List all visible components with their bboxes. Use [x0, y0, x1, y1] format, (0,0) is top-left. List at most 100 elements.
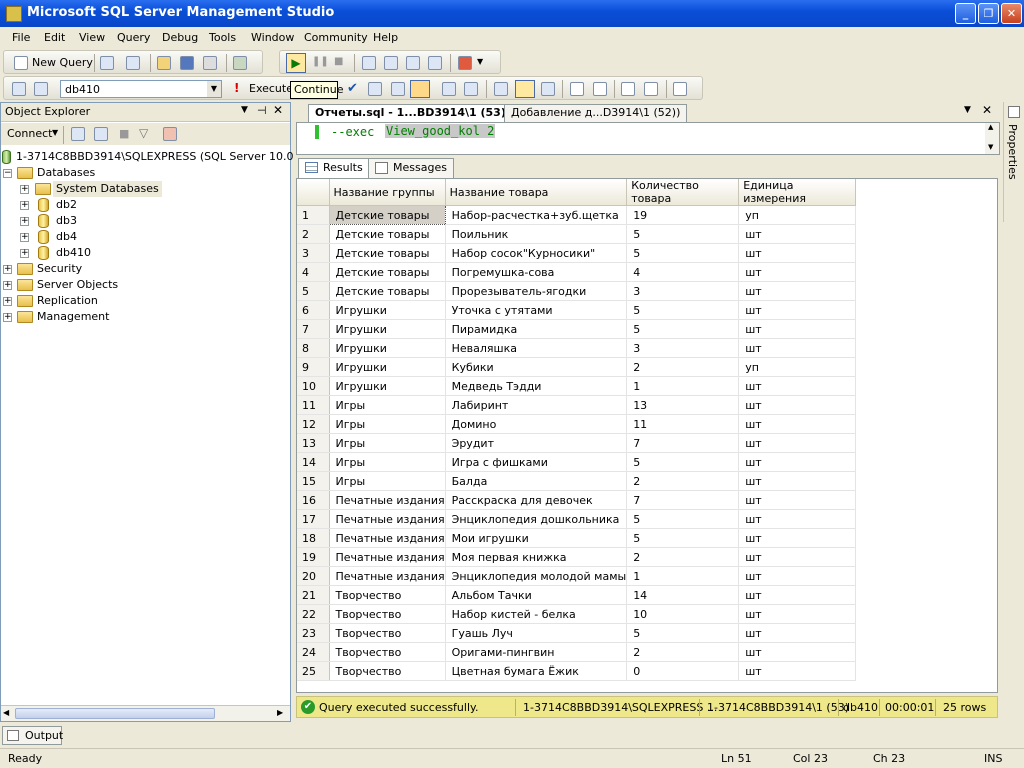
menu-view[interactable]: View: [79, 31, 105, 44]
table-cell[interactable]: Детские товары: [329, 281, 446, 301]
table-cell[interactable]: Детские товары: [328, 205, 446, 225]
auto-hide-pin-icon[interactable]: ⊣: [257, 104, 267, 117]
table-cell[interactable]: Пирамидка: [445, 319, 628, 339]
activity-monitor-icon[interactable]: [233, 56, 247, 70]
table-row[interactable]: 12 Игры Домино 11 шт: [297, 414, 857, 434]
table-cell[interactable]: Детские товары: [329, 262, 446, 282]
table-cell[interactable]: 5: [626, 319, 740, 339]
row-number[interactable]: 3: [297, 243, 330, 263]
table-row[interactable]: 1 Детские товары Набор-расчестка+зуб.щетка…: [297, 205, 857, 225]
menu-debug[interactable]: Debug: [162, 31, 198, 44]
table-cell[interactable]: Домино: [445, 414, 628, 434]
close-tab-icon[interactable]: ✕: [982, 103, 992, 117]
column-header[interactable]: Название группы: [329, 179, 446, 206]
row-number[interactable]: 24: [297, 642, 330, 662]
expand-icon[interactable]: +: [20, 217, 29, 226]
table-cell[interactable]: шт: [738, 585, 857, 605]
connect-button[interactable]: Connect: [7, 127, 52, 140]
row-number[interactable]: 5: [297, 281, 330, 301]
grid-corner[interactable]: [297, 179, 330, 206]
row-number[interactable]: 21: [297, 585, 330, 605]
chevron-down-icon[interactable]: ▼: [207, 81, 221, 97]
table-cell[interactable]: шт: [738, 319, 857, 339]
stop-icon[interactable]: ■: [119, 127, 129, 140]
table-cell[interactable]: 10: [626, 604, 740, 624]
table-cell[interactable]: 11: [626, 414, 740, 434]
table-cell[interactable]: 14: [626, 585, 740, 605]
table-cell[interactable]: 3: [626, 338, 740, 358]
table-cell[interactable]: шт: [738, 661, 857, 681]
table-row[interactable]: 7 Игрушки Пирамидка 5 шт: [297, 319, 857, 339]
add-file-icon[interactable]: [126, 56, 140, 70]
client-stats-icon[interactable]: [464, 82, 478, 96]
expand-icon[interactable]: +: [20, 185, 29, 194]
table-cell[interactable]: шт: [738, 471, 857, 491]
new-file-icon[interactable]: [100, 56, 114, 70]
table-cell[interactable]: 2: [626, 471, 740, 491]
table-cell[interactable]: Уточка с утятами: [445, 300, 628, 320]
row-number[interactable]: 13: [297, 433, 330, 453]
table-cell[interactable]: шт: [738, 509, 857, 529]
table-cell[interactable]: Набор сосок"Курносики": [445, 243, 628, 263]
table-row[interactable]: 17 Печатные издания Энциклопедия дошкольни…: [297, 509, 857, 529]
table-row[interactable]: 11 Игры Лабиринт 13 шт: [297, 395, 857, 415]
table-cell[interactable]: шт: [738, 376, 857, 396]
table-cell[interactable]: Творчество: [329, 661, 446, 681]
table-cell[interactable]: шт: [738, 490, 857, 510]
stop-icon[interactable]: ■: [334, 56, 343, 67]
table-row[interactable]: 6 Игрушки Уточка с утятами 5 шт: [297, 300, 857, 320]
table-row[interactable]: 15 Игры Балда 2 шт: [297, 471, 857, 491]
table-cell[interactable]: Игрушки: [329, 376, 446, 396]
table-cell[interactable]: шт: [738, 623, 857, 643]
table-cell[interactable]: Лабиринт: [445, 395, 628, 415]
table-cell[interactable]: уп: [738, 357, 857, 377]
new-query-button[interactable]: New Query: [32, 54, 93, 72]
minimize-button[interactable]: _: [955, 3, 976, 24]
table-row[interactable]: 14 Игры Игра с фишками 5 шт: [297, 452, 857, 472]
results-to-grid-icon[interactable]: [410, 80, 430, 98]
menu-tools[interactable]: Tools: [209, 31, 236, 44]
query-editor[interactable]: --exec View_good_kol 2 ▲ ▼: [296, 122, 1000, 155]
filter-icon[interactable]: ▽: [139, 126, 148, 140]
table-cell[interactable]: Игрушки: [329, 357, 446, 377]
table-row[interactable]: 13 Игры Эрудит 7 шт: [297, 433, 857, 453]
table-cell[interactable]: Печатные издания: [329, 509, 446, 529]
close-button[interactable]: ✕: [1001, 3, 1022, 24]
row-number[interactable]: 15: [297, 471, 330, 491]
menu-query[interactable]: Query: [117, 31, 150, 44]
decrease-indent-icon[interactable]: [621, 82, 635, 96]
table-cell[interactable]: шт: [738, 452, 857, 472]
column-header[interactable]: Количество товара: [626, 179, 740, 206]
table-cell[interactable]: Творчество: [329, 585, 446, 605]
column-header[interactable]: Единица измерения: [738, 179, 857, 206]
table-cell[interactable]: шт: [738, 262, 857, 282]
table-row[interactable]: 23 Творчество Гуашь Луч 5 шт: [297, 623, 857, 643]
table-cell[interactable]: Детские товары: [329, 224, 446, 244]
table-cell[interactable]: 2: [626, 642, 740, 662]
breakpoints-icon[interactable]: [428, 56, 442, 70]
maximize-button[interactable]: ❐: [978, 3, 999, 24]
table-cell[interactable]: 5: [626, 224, 740, 244]
table-cell[interactable]: Расскраска для девочек: [445, 490, 628, 510]
table-cell[interactable]: 2: [626, 357, 740, 377]
table-cell[interactable]: Моя первая книжка: [445, 547, 628, 567]
table-row[interactable]: 21 Творчество Альбом Тачки 14 шт: [297, 585, 857, 605]
row-number[interactable]: 18: [297, 528, 330, 548]
step-into-icon[interactable]: [362, 56, 376, 70]
new-query-icon[interactable]: [14, 56, 28, 70]
scroll-thumb[interactable]: [15, 708, 215, 719]
save-icon[interactable]: [180, 56, 194, 70]
table-cell[interactable]: Гуашь Луч: [445, 623, 628, 643]
collapse-icon[interactable]: −: [3, 169, 12, 178]
row-number[interactable]: 25: [297, 661, 330, 681]
table-row[interactable]: 19 Печатные издания Моя первая книжка 2 шт: [297, 547, 857, 567]
table-cell[interactable]: Печатные издания: [329, 566, 446, 586]
table-cell[interactable]: 5: [626, 623, 740, 643]
table-row[interactable]: 25 Творчество Цветная бумага Ёжик 0 шт: [297, 661, 857, 681]
increase-indent-icon[interactable]: [644, 82, 658, 96]
menu-community[interactable]: Community: [304, 31, 368, 44]
menu-window[interactable]: Window: [251, 31, 294, 44]
table-cell[interactable]: 1: [626, 376, 740, 396]
table-row[interactable]: 2 Детские товары Поильник 5 шт: [297, 224, 857, 244]
table-cell[interactable]: Оригами-пингвин: [445, 642, 628, 662]
